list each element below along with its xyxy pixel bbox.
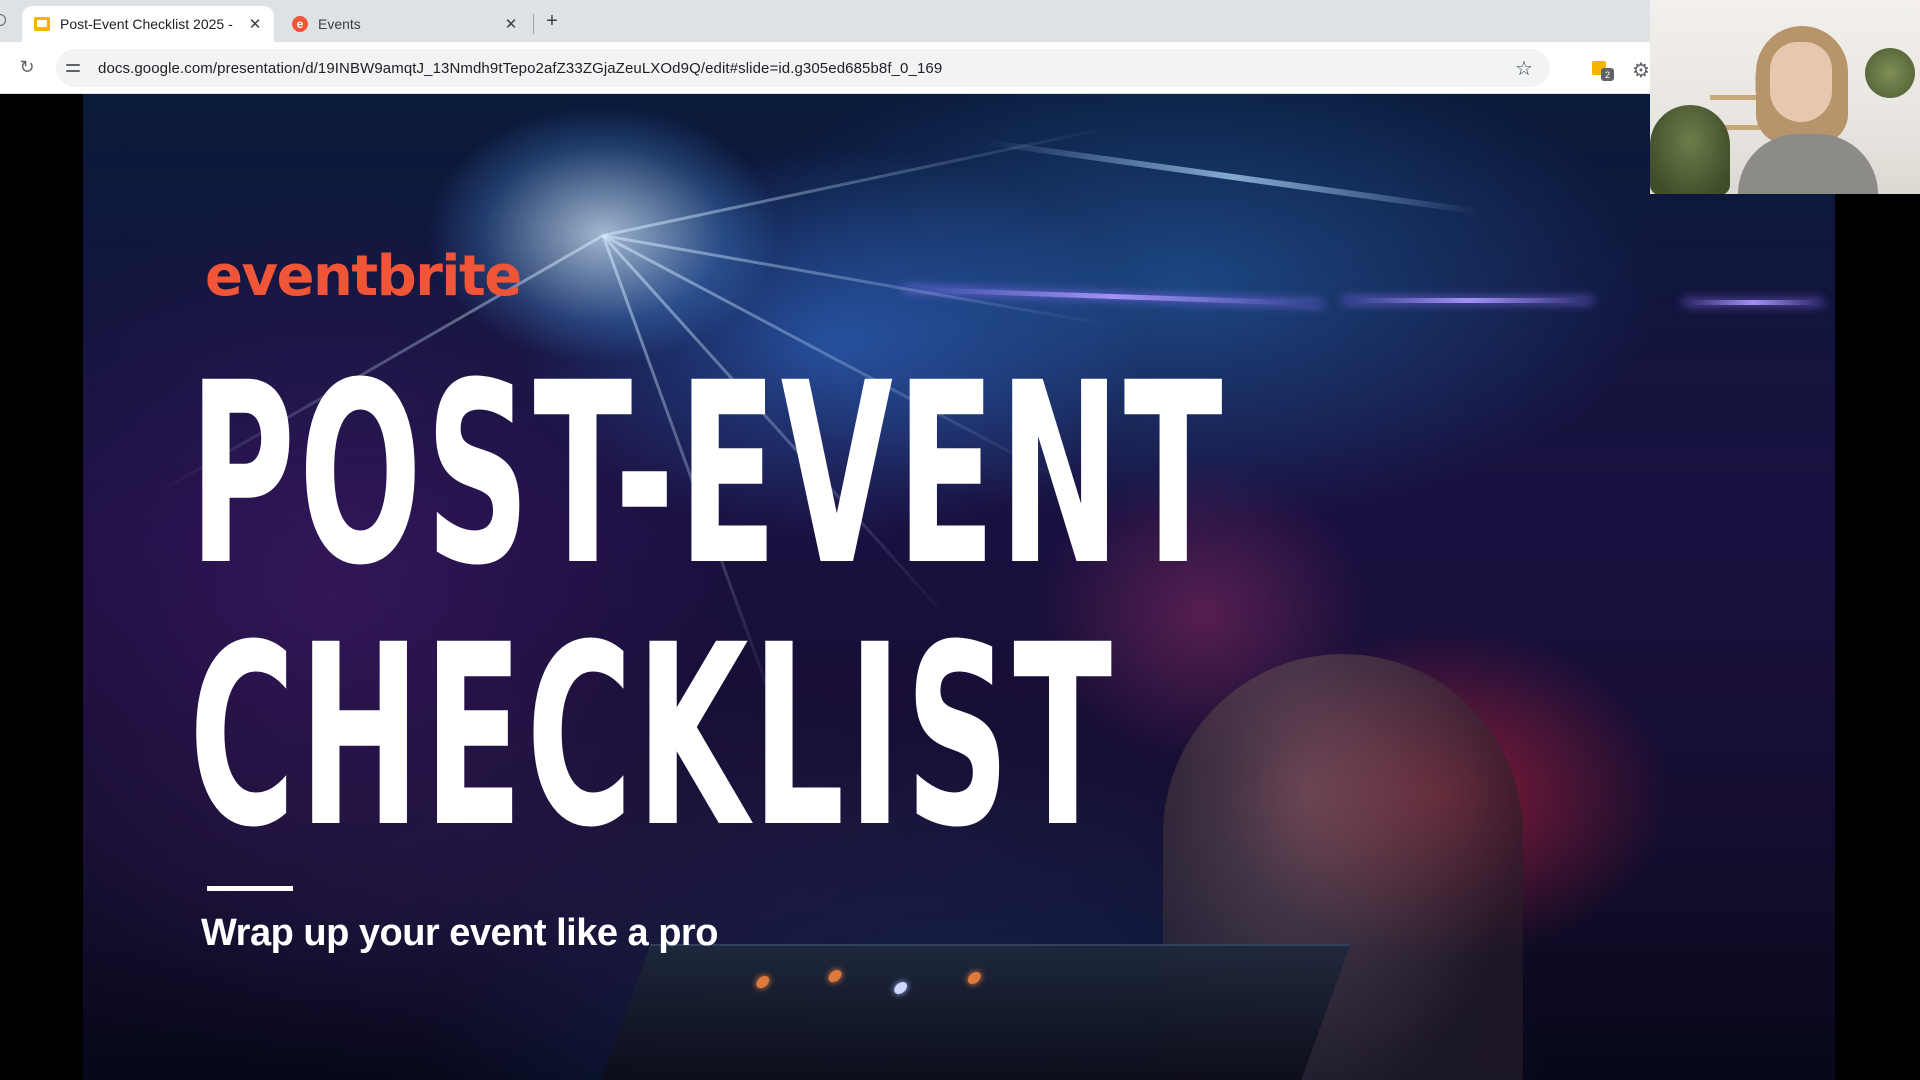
title-line-2: CHECKLIST (189, 591, 1116, 882)
presentation-slide: eventbrite POST-EVENT CHECKLIST Wrap up … (83, 94, 1835, 1080)
google-slides-icon (34, 17, 50, 31)
presenter-webcam (1650, 0, 1920, 194)
close-tab-icon[interactable]: ✕ (246, 15, 264, 33)
plant (1650, 105, 1730, 194)
tab-title: Events (318, 16, 361, 32)
new-tab-button[interactable]: + (542, 10, 562, 32)
url-text[interactable]: docs.google.com/presentation/d/19INBW9am… (98, 60, 1512, 77)
close-tab-icon[interactable]: ✕ (502, 15, 520, 33)
bookmark-star-icon[interactable]: ☆ (1512, 56, 1536, 80)
address-bar[interactable]: docs.google.com/presentation/d/19INBW9am… (56, 49, 1550, 87)
slide-title: POST-EVENT CHECKLIST (189, 344, 1226, 868)
browser-toolbar: ↻ docs.google.com/presentation/d/19INBW9… (0, 42, 1650, 94)
dj-mixer (595, 944, 1351, 1080)
tab-bar: Post-Event Checklist 2025 - ✕ e Events ✕… (0, 0, 1650, 42)
title-divider (207, 886, 293, 891)
extension-icon[interactable]: 2 (1592, 59, 1614, 81)
neon-light (903, 286, 1323, 307)
window-control-icon[interactable] (0, 14, 6, 26)
eventbrite-logo: eventbrite (205, 244, 522, 309)
eventbrite-icon: e (292, 16, 308, 32)
reload-icon[interactable]: ↻ (16, 56, 38, 78)
tab-title: Post-Event Checklist 2025 - (60, 16, 233, 32)
tab-events[interactable]: e Events ✕ (280, 6, 530, 42)
gear-icon[interactable]: ⚙ (1632, 58, 1650, 83)
title-line-1: POST-EVENT (189, 329, 1227, 620)
slide-subtitle: Wrap up your event like a pro (201, 912, 718, 954)
site-settings-icon[interactable] (66, 57, 88, 79)
neon-light (1683, 300, 1823, 305)
tab-divider (533, 14, 534, 34)
presenter (1738, 26, 1878, 194)
tab-post-event-checklist[interactable]: Post-Event Checklist 2025 - ✕ (22, 6, 274, 42)
neon-light (1343, 298, 1593, 303)
extension-badge: 2 (1601, 68, 1614, 81)
